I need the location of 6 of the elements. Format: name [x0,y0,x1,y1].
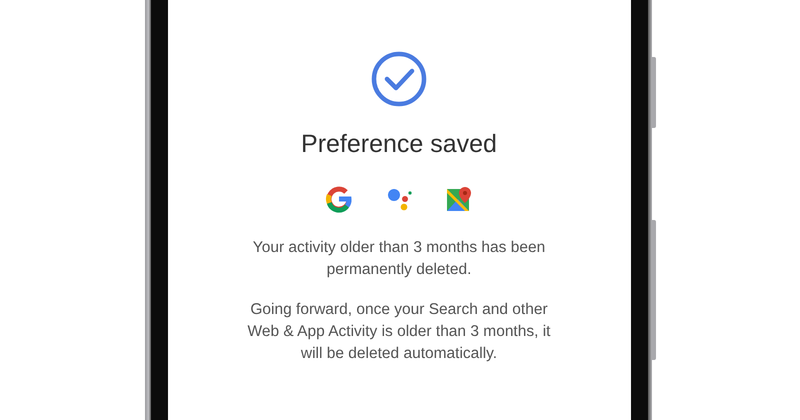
title: Preference saved [301,130,497,159]
map-icon [445,185,473,213]
message-text: Your activity older than 3 months has been permanently deleted. [252,238,546,280]
check-icon [371,51,427,107]
message-text: Going forward, once your Search and other Web & App Activity is older than 3 months, it will be deleted automatically. [246,300,552,364]
letter-g-icon [325,185,353,213]
